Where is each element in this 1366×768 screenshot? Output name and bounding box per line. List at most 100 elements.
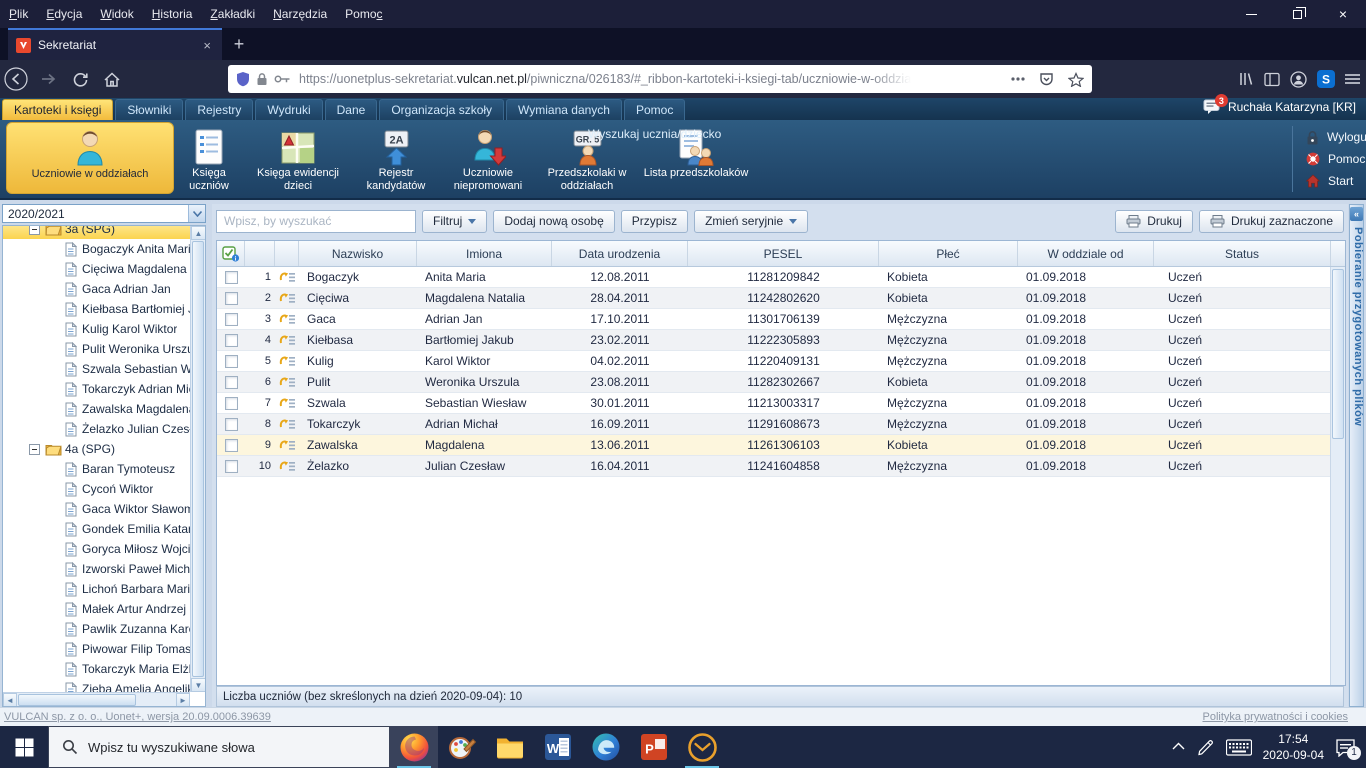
app-tab-dane[interactable]: Dane	[324, 99, 378, 120]
reload-button[interactable]	[64, 64, 96, 94]
taskbar-clock[interactable]: 17:54 2020-09-04	[1263, 731, 1324, 763]
browser-tab[interactable]: Sekretariat ×	[8, 28, 222, 60]
app-tab-s-owniki[interactable]: Słowniki	[115, 99, 184, 120]
app-tab-pomoc[interactable]: Pomoc	[623, 99, 686, 120]
row-checkbox[interactable]	[224, 417, 238, 431]
shield-icon[interactable]	[236, 71, 250, 87]
row-checkbox[interactable]	[224, 375, 238, 389]
app-tab-wymiana-danych[interactable]: Wymiana danych	[506, 99, 622, 120]
table-row[interactable]: 3 Gaca Adrian Jan 17.10.2011 11301706139…	[217, 309, 1345, 330]
forward-button[interactable]	[32, 64, 64, 94]
library-icon[interactable]	[1238, 71, 1254, 87]
table-row[interactable]: 6 Pulit Weronika Urszula 23.08.2011 1128…	[217, 372, 1345, 393]
windows-ink-icon[interactable]	[1196, 738, 1215, 757]
tree-student[interactable]: Tokarczyk Maria Elżbieta	[3, 659, 190, 679]
quick-link-start[interactable]: Start	[1306, 170, 1366, 192]
tree-student[interactable]: Gaca Adrian Jan	[3, 279, 190, 299]
tree-vertical-scrollbar[interactable]: ▲ ▼	[190, 226, 205, 692]
new-tab-button[interactable]: +	[222, 28, 256, 60]
collapse-icon[interactable]	[29, 226, 40, 235]
col-plec[interactable]: Płeć	[879, 241, 1018, 266]
tree-student[interactable]: Baran Tymoteusz	[3, 459, 190, 479]
taskbar-firefox[interactable]	[390, 726, 438, 768]
menu-widok[interactable]: Widok	[91, 7, 142, 21]
taskbar-edge[interactable]	[582, 726, 630, 768]
row-checkbox[interactable]	[224, 438, 238, 452]
school-year-select[interactable]: 2020/2021	[2, 204, 206, 223]
sidebars-icon[interactable]	[1264, 72, 1280, 87]
col-status[interactable]: Status	[1154, 241, 1331, 266]
menu-plik[interactable]: Plik	[0, 7, 37, 21]
table-row[interactable]: 4 Kiełbasa Bartłomiej Jakub 23.02.2011 1…	[217, 330, 1345, 351]
tree-student[interactable]: Małek Artur Andrzej	[3, 599, 190, 619]
taskbar-search[interactable]: Wpisz tu wyszukiwane słowa	[48, 726, 390, 768]
col-pesel[interactable]: PESEL	[688, 241, 879, 266]
downloads-side-panel[interactable]: « Pobieranie przygotowanych plików	[1349, 204, 1364, 707]
row-checkbox[interactable]	[224, 354, 238, 368]
tree-group-4a-SPG-[interactable]: 4a (SPG)	[3, 439, 190, 459]
table-row[interactable]: 7 Szwala Sebastian Wiesław 30.01.2011 11…	[217, 393, 1345, 414]
quick-link-pomoc[interactable]: Pomoc	[1306, 148, 1366, 170]
messages-icon[interactable]: 3	[1203, 94, 1228, 115]
table-search-input[interactable]: Wpisz, by wyszukać	[216, 209, 416, 233]
taskbar-explorer[interactable]	[486, 726, 534, 768]
tab-close-icon[interactable]: ×	[200, 38, 214, 53]
select-all-header[interactable]: i	[217, 241, 245, 266]
print-selected-button[interactable]: Drukuj zaznaczone	[1198, 209, 1344, 233]
tree-student[interactable]: Pawlik Zuzanna Karolina	[3, 619, 190, 639]
tree-student[interactable]: Goryca Miłosz Wojciech	[3, 539, 190, 559]
expand-panel-icon[interactable]: «	[1350, 207, 1363, 221]
tree-student[interactable]: Piwowar Filip Tomasz	[3, 639, 190, 659]
tree-student[interactable]: Cięciwa Magdalena Natalia	[3, 259, 190, 279]
tree-student[interactable]: Kulig Karol Wiktor	[3, 319, 190, 339]
col-nazwisko[interactable]: Nazwisko	[299, 241, 417, 266]
collapse-icon[interactable]	[29, 443, 40, 455]
page-actions-icon[interactable]	[1011, 77, 1025, 81]
table-row[interactable]: 1 Bogaczyk Anita Maria 12.08.2011 112812…	[217, 267, 1345, 288]
row-checkbox[interactable]	[224, 270, 238, 284]
app-tab-organizacja-szko-y[interactable]: Organizacja szkoły	[379, 99, 505, 120]
row-checkbox[interactable]	[224, 333, 238, 347]
tree-student[interactable]: Bogaczyk Anita Maria	[3, 239, 190, 259]
privacy-policy-link[interactable]: Polityka prywatności i cookies	[1202, 711, 1348, 723]
scroll-thumb[interactable]	[192, 241, 204, 677]
ribbon-uczniowie-niepromowani[interactable]: Uczniowie niepromowani	[440, 122, 536, 194]
ribbon-księga-ewidencji-dzieci[interactable]: Księga ewidencji dzieci	[244, 122, 352, 194]
taskbar-paint[interactable]	[438, 726, 486, 768]
tree-student[interactable]: Gondek Emilia Katarzyna	[3, 519, 190, 539]
skype-icon[interactable]: S	[1317, 70, 1335, 88]
scroll-thumb-h[interactable]	[18, 694, 136, 706]
back-button[interactable]	[0, 64, 32, 94]
key-icon[interactable]	[274, 74, 291, 84]
menu-narzędzia[interactable]: Narzędzia	[264, 7, 336, 21]
scroll-right-icon[interactable]: ►	[176, 693, 190, 706]
scroll-up-icon[interactable]: ▲	[191, 226, 205, 240]
add-person-button[interactable]: Dodaj nową osobę	[493, 209, 615, 233]
minimize-button[interactable]	[1228, 0, 1274, 28]
ribbon-uczniowie-w-oddziałach[interactable]: Uczniowie w oddziałach	[6, 122, 174, 194]
table-row[interactable]: 9 Zawalska Magdalena 13.06.2011 11261306…	[217, 435, 1345, 456]
table-row[interactable]: 10 Żelazko Julian Czesław 16.04.2011 112…	[217, 456, 1345, 477]
app-tab-wydruki[interactable]: Wydruki	[255, 99, 323, 120]
row-checkbox[interactable]	[224, 396, 238, 410]
url-bar[interactable]: https://uonetplus-sekretariat.vulcan.net…	[228, 65, 1092, 93]
scroll-down-icon[interactable]: ▼	[191, 678, 205, 692]
filter-button[interactable]: Filtruj	[422, 209, 488, 233]
table-row[interactable]: 5 Kulig Karol Wiktor 04.02.2011 11220409…	[217, 351, 1345, 372]
tree-student[interactable]: Zawalska Magdalena	[3, 399, 190, 419]
col-imiona[interactable]: Imiona	[417, 241, 552, 266]
tree-student[interactable]: Szwala Sebastian Wiesław	[3, 359, 190, 379]
ribbon-rejestr-kandydatów[interactable]: 2A Rejestr kandydatów	[352, 122, 440, 194]
restore-button[interactable]	[1274, 0, 1320, 28]
tray-expand-icon[interactable]	[1172, 741, 1185, 753]
tree-student[interactable]: Cycoń Wiktor	[3, 479, 190, 499]
tree-group-3a-SPG-[interactable]: 3a (SPG)	[3, 226, 190, 239]
tree-student[interactable]: Tokarczyk Adrian Michał	[3, 379, 190, 399]
app-tab-rejestry[interactable]: Rejestry	[185, 99, 254, 120]
taskbar-powerpoint[interactable]: P	[630, 726, 678, 768]
scroll-left-icon[interactable]: ◄	[3, 693, 17, 706]
table-header[interactable]: i Nazwisko Imiona Data urodzenia PESEL P…	[217, 241, 1345, 267]
tree-student[interactable]: Pulit Weronika Urszula	[3, 339, 190, 359]
tree-student[interactable]: Lichoń Barbara Maria	[3, 579, 190, 599]
tree-student[interactable]: Zięba Amelia Angelika	[3, 679, 190, 692]
